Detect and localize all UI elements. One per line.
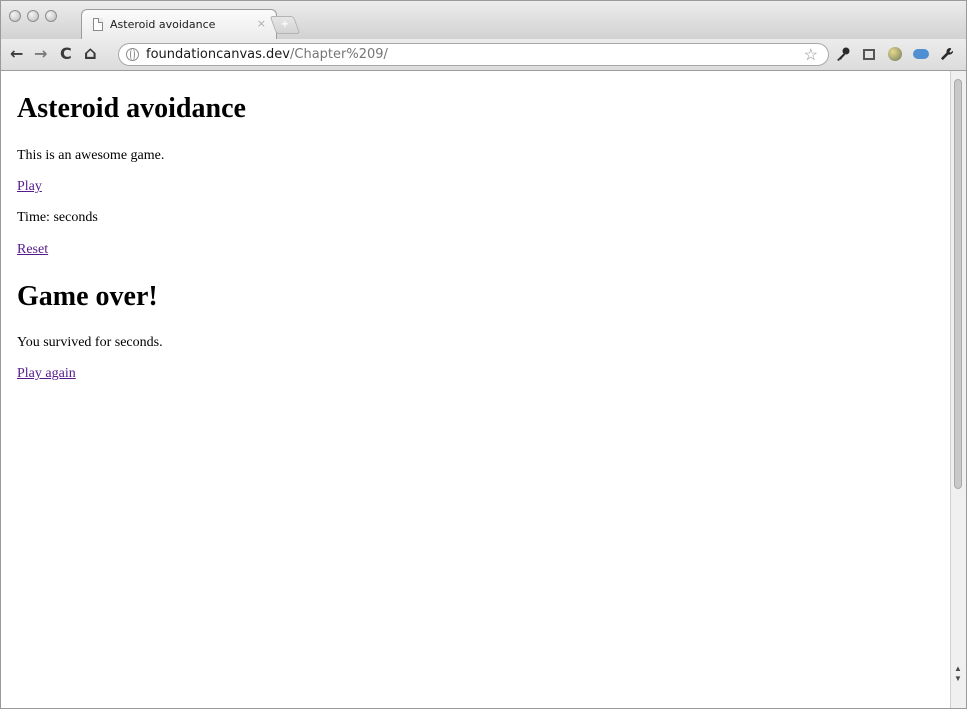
key-icon[interactable] xyxy=(834,44,852,64)
bookmark-star-icon[interactable]: ☆ xyxy=(804,45,818,65)
forward-arrow-icon[interactable]: → xyxy=(34,44,47,64)
extension-icons xyxy=(834,44,956,64)
globe-icon xyxy=(126,48,139,61)
url-path: /Chapter%209/ xyxy=(290,47,388,62)
new-tab-button[interactable]: + xyxy=(269,16,301,34)
browser-window: Asteroid avoidance × + ← → C ⌂ foundatio… xyxy=(0,0,967,709)
tab-close-icon[interactable]: × xyxy=(257,17,266,30)
play-again-link[interactable]: Play again xyxy=(17,366,76,382)
url-text[interactable]: foundationcanvas.dev/Chapter%209/ xyxy=(146,47,388,62)
cloud-icon[interactable] xyxy=(912,44,930,64)
scroll-down-arrow-icon[interactable]: ▼ xyxy=(954,675,962,683)
page-capture-icon[interactable] xyxy=(860,44,878,64)
zoom-window-button[interactable] xyxy=(45,10,57,22)
page-content: Asteroid avoidance This is an awesome ga… xyxy=(1,71,950,708)
url-host: foundationcanvas.dev xyxy=(146,47,290,62)
play-link[interactable]: Play xyxy=(17,179,42,195)
page-icon xyxy=(93,18,103,31)
browser-toolbar: ← → C ⌂ foundationcanvas.dev/Chapter%209… xyxy=(1,39,966,71)
cloud-shape-icon xyxy=(913,49,929,59)
survived-text: You survived for seconds. xyxy=(17,335,163,350)
page-title: Asteroid avoidance xyxy=(17,93,246,124)
tab-asteroid-avoidance[interactable]: Asteroid avoidance × xyxy=(81,9,277,39)
home-icon[interactable]: ⌂ xyxy=(84,44,97,64)
scroll-up-arrow-icon[interactable]: ▲ xyxy=(954,665,962,673)
scrollbar-thumb[interactable] xyxy=(954,79,962,489)
reload-icon[interactable]: C xyxy=(60,44,72,64)
time-text: Time: seconds xyxy=(17,210,98,225)
wrench-icon[interactable] xyxy=(938,44,956,64)
close-window-button[interactable] xyxy=(9,10,21,22)
tab-strip: Asteroid avoidance × + xyxy=(1,1,966,39)
plus-icon: + xyxy=(281,17,289,31)
vertical-scrollbar[interactable]: ▲ ▼ xyxy=(950,71,966,708)
ball-icon xyxy=(888,47,902,61)
back-arrow-icon[interactable]: ← xyxy=(10,44,23,64)
reset-link[interactable]: Reset xyxy=(17,242,48,258)
tab-title: Asteroid avoidance xyxy=(110,18,216,31)
minimize-window-button[interactable] xyxy=(27,10,39,22)
dashed-frame-icon xyxy=(863,48,875,60)
address-bar[interactable]: foundationcanvas.dev/Chapter%209/ ☆ xyxy=(118,43,829,66)
game-over-heading: Game over! xyxy=(17,281,158,312)
globe-extension-icon[interactable] xyxy=(886,44,904,64)
window-controls xyxy=(9,10,57,22)
intro-text: This is an awesome game. xyxy=(17,148,165,163)
